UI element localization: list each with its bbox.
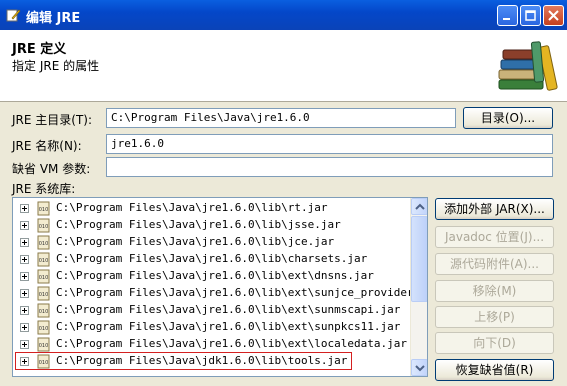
library-item[interactable]: 010 C:\Program Files\Java\jre1.6.0\lib\j… [13, 234, 411, 251]
library-path: C:\Program Files\Java\jre1.6.0\lib\jsse.… [56, 218, 341, 231]
header-subtitle: 指定 JRE 的属性 [12, 59, 100, 73]
library-item-highlighted[interactable]: 010 C:\Program Files\Java\jdk1.6.0\lib\t… [13, 352, 411, 370]
expand-icon[interactable] [20, 272, 29, 281]
edit-icon [6, 9, 21, 22]
svg-text:010: 010 [39, 241, 49, 247]
jar-icon: 010 [37, 252, 50, 267]
system-libraries-label: JRE 系统库: [12, 182, 76, 196]
svg-text:010: 010 [39, 360, 49, 366]
title-bar[interactable]: 编辑 JRE [0, 0, 567, 30]
jar-icon: 010 [37, 303, 50, 318]
scroll-thumb[interactable] [411, 216, 427, 302]
svg-text:010: 010 [39, 224, 49, 230]
library-item[interactable]: 010 C:\Program Files\Java\jre1.6.0\lib\j… [13, 217, 411, 234]
remove-button[interactable]: 移除(M) [435, 280, 554, 302]
close-button[interactable] [543, 5, 564, 26]
javadoc-location-button[interactable]: Javadoc 位置(J)... [435, 226, 554, 248]
jar-icon: 010 [37, 320, 50, 335]
library-item[interactable]: 010 C:\Program Files\Java\jre1.6.0\lib\r… [13, 200, 411, 217]
scroll-up-button[interactable] [411, 198, 427, 215]
library-books-icon [498, 41, 558, 91]
library-path: C:\Program Files\Java\jre1.6.0\lib\ext\d… [56, 269, 374, 282]
move-down-button[interactable]: 向下(D) [435, 332, 554, 354]
arrow-up-icon [415, 203, 425, 210]
expand-icon[interactable] [20, 289, 29, 298]
default-vm-args-field[interactable] [106, 157, 553, 177]
add-external-jar-button[interactable]: 添加外部 JAR(X)... [435, 198, 554, 220]
svg-text:010: 010 [39, 309, 49, 315]
svg-text:010: 010 [39, 258, 49, 264]
jre-home-field[interactable]: C:\Program Files\Java\jre1.6.0 [106, 108, 456, 128]
directory-button[interactable]: 目录(O)... [463, 107, 553, 129]
expand-icon[interactable] [20, 204, 29, 213]
expand-icon[interactable] [20, 357, 29, 366]
expand-icon[interactable] [20, 238, 29, 247]
jar-icon: 010 [37, 201, 50, 216]
expand-icon[interactable] [20, 306, 29, 315]
maximize-button[interactable] [520, 5, 541, 26]
library-path: C:\Program Files\Java\jre1.6.0\lib\ext\s… [56, 303, 401, 316]
jar-icon: 010 [37, 269, 50, 284]
dialog-header: JRE 定义 指定 JRE 的属性 [0, 30, 567, 102]
svg-text:010: 010 [39, 207, 49, 213]
library-path: C:\Program Files\Java\jre1.6.0\lib\rt.ja… [56, 201, 328, 214]
close-icon [548, 10, 559, 21]
move-up-button[interactable]: 上移(P) [435, 306, 554, 328]
arrow-down-icon [415, 365, 425, 372]
source-attachment-button[interactable]: 源代码附件(A)... [435, 253, 554, 275]
library-path: C:\Program Files\Java\jre1.6.0\lib\ext\s… [56, 286, 428, 299]
restore-default-button[interactable]: 恢复缺省值(R) [435, 359, 554, 381]
library-item[interactable]: 010 C:\Program Files\Java\jre1.6.0\lib\e… [13, 336, 411, 353]
library-tree[interactable]: 010 C:\Program Files\Java\jre1.6.0\lib\r… [12, 197, 428, 377]
minimize-button[interactable] [497, 5, 518, 26]
library-item[interactable]: 010 C:\Program Files\Java\jre1.6.0\lib\e… [13, 319, 411, 336]
svg-text:010: 010 [39, 275, 49, 281]
default-vm-args-label: 缺省 VM 参数: [12, 162, 91, 176]
svg-text:010: 010 [39, 326, 49, 332]
expand-icon[interactable] [20, 221, 29, 230]
minimize-icon [503, 18, 510, 20]
library-item[interactable]: 010 C:\Program Files\Java\jre1.6.0\lib\c… [13, 251, 411, 268]
svg-text:010: 010 [39, 292, 49, 298]
library-item[interactable]: 010 C:\Program Files\Java\jre1.6.0\lib\e… [13, 268, 411, 285]
jre-home-label: JRE 主目录(T): [12, 113, 93, 127]
jar-icon: 010 [37, 286, 50, 301]
library-item[interactable]: 010 C:\Program Files\Java\jre1.6.0\lib\e… [13, 285, 427, 302]
jre-name-label: JRE 名称(N): [12, 139, 82, 153]
library-path: C:\Program Files\Java\jre1.6.0\lib\ext\s… [56, 320, 401, 333]
expand-icon[interactable] [20, 255, 29, 264]
library-path: C:\Program Files\Java\jre1.6.0\lib\ext\l… [56, 337, 407, 350]
library-path: C:\Program Files\Java\jdk1.6.0\lib\tools… [56, 354, 348, 367]
window-title: 编辑 JRE [26, 11, 81, 26]
jar-icon: 010 [37, 218, 50, 233]
jar-icon: 010 [37, 354, 50, 369]
expand-icon[interactable] [20, 340, 29, 349]
vertical-scrollbar[interactable] [410, 198, 427, 376]
scroll-down-button[interactable] [411, 359, 427, 376]
expand-icon[interactable] [20, 323, 29, 332]
svg-text:010: 010 [39, 343, 49, 349]
library-item[interactable]: 010 C:\Program Files\Java\jre1.6.0\lib\e… [13, 302, 411, 319]
maximize-icon [525, 10, 536, 21]
jar-icon: 010 [37, 235, 50, 250]
header-title: JRE 定义 [12, 42, 67, 57]
library-path: C:\Program Files\Java\jre1.6.0\lib\jce.j… [56, 235, 335, 248]
jre-name-field[interactable]: jre1.6.0 [106, 134, 553, 154]
jar-icon: 010 [37, 337, 50, 352]
library-path: C:\Program Files\Java\jre1.6.0\lib\chars… [56, 252, 368, 265]
